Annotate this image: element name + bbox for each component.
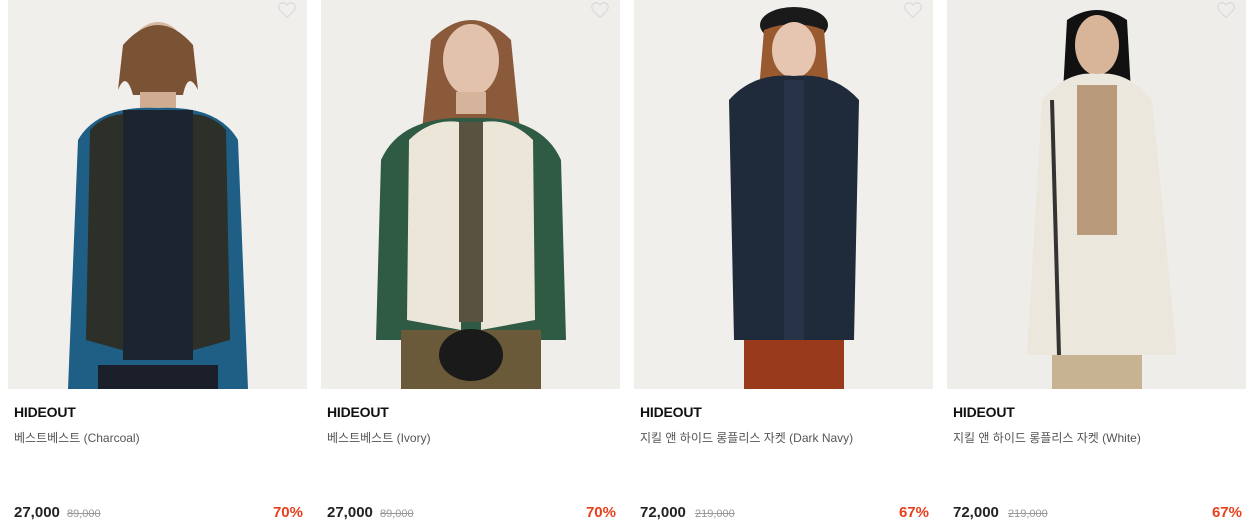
product-name[interactable]: 지킬 앤 하이드 롱플리스 자켓 (White) [953,429,1141,446]
price-row: 27,000 89,000 70% [327,504,616,524]
original-price: 89,000 [380,508,414,520]
model-photo [8,0,307,389]
product-image[interactable] [947,0,1246,389]
heart-outline-icon [904,2,922,19]
price-row: 72,000 219,000 67% [953,504,1242,524]
wishlist-button[interactable] [277,0,297,20]
discount-rate: 70% [272,504,303,521]
product-image[interactable] [8,0,307,389]
sale-price: 72,000 [640,504,686,521]
product-card[interactable]: HIDEOUT 베스트베스트 (Ivory) 27,000 89,000 70% [321,0,620,532]
sale-price: 72,000 [953,504,999,521]
discount-rate: 70% [585,504,616,521]
product-card[interactable]: HIDEOUT 베스트베스트 (Charcoal) 27,000 89,000 … [8,0,307,532]
sale-price: 27,000 [327,504,373,521]
product-name[interactable]: 베스트베스트 (Charcoal) [14,429,140,446]
product-image[interactable] [634,0,933,389]
product-brand[interactable]: HIDEOUT [327,404,389,420]
original-price: 219,000 [1008,508,1048,520]
product-image[interactable] [321,0,620,389]
discount-rate: 67% [1211,504,1242,521]
heart-outline-icon [1217,2,1235,19]
product-card[interactable]: HIDEOUT 지킬 앤 하이드 롱플리스 자켓 (White) 72,000 … [947,0,1246,532]
product-brand[interactable]: HIDEOUT [640,404,702,420]
model-photo [634,0,933,389]
product-brand[interactable]: HIDEOUT [953,404,1015,420]
wishlist-button[interactable] [1216,0,1236,20]
price-row: 27,000 89,000 70% [14,504,303,524]
model-photo [321,0,620,389]
product-card[interactable]: HIDEOUT 지킬 앤 하이드 롱플리스 자켓 (Dark Navy) 72,… [634,0,933,532]
price-row: 72,000 219,000 67% [640,504,929,524]
product-brand[interactable]: HIDEOUT [14,404,76,420]
original-price: 219,000 [695,508,735,520]
wishlist-button[interactable] [903,0,923,20]
discount-rate: 67% [898,504,929,521]
sale-price: 27,000 [14,504,60,521]
wishlist-button[interactable] [590,0,610,20]
product-name[interactable]: 베스트베스트 (Ivory) [327,429,431,446]
heart-outline-icon [591,2,609,19]
product-name[interactable]: 지킬 앤 하이드 롱플리스 자켓 (Dark Navy) [640,429,853,446]
model-photo [947,0,1246,389]
heart-outline-icon [278,2,296,19]
original-price: 89,000 [67,508,101,520]
product-grid: HIDEOUT 베스트베스트 (Charcoal) 27,000 89,000 … [0,0,1255,532]
